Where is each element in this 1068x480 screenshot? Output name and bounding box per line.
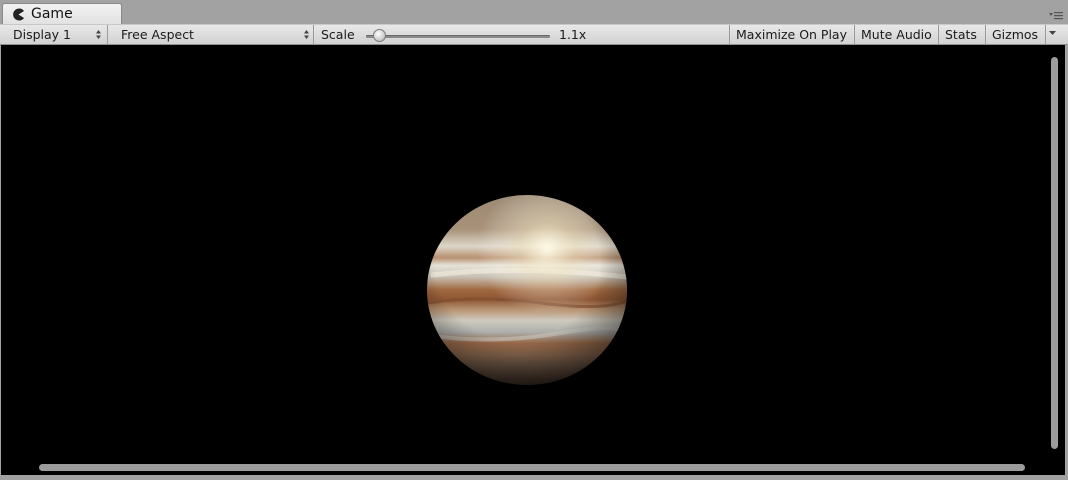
aspect-label: Free Aspect [121, 27, 194, 42]
aspect-dropdown[interactable]: Free Aspect [108, 25, 314, 45]
game-viewport[interactable] [1, 45, 1065, 475]
vertical-scrollbar[interactable] [1051, 57, 1058, 449]
scale-slider-track[interactable] [366, 35, 550, 38]
gizmos-dropdown[interactable] [1046, 25, 1060, 45]
horizontal-scrollbar[interactable] [39, 464, 1025, 471]
updown-arrows-icon [304, 30, 309, 39]
gizmos-button[interactable]: Gizmos [986, 25, 1046, 45]
game-toolbar: Display 1 Free Aspect Scale 1.1x Maximiz… [0, 24, 1068, 45]
tab-strip: Game [0, 0, 1068, 24]
gizmos-label: Gizmos [992, 27, 1039, 42]
tab-game[interactable]: Game [2, 3, 122, 24]
display-dropdown[interactable]: Display 1 [0, 25, 108, 45]
mute-audio-button[interactable]: Mute Audio [855, 25, 939, 45]
stats-button[interactable]: Stats [939, 25, 986, 45]
stats-label: Stats [945, 27, 977, 42]
scale-value: 1.1x [559, 27, 587, 42]
updown-arrows-icon [96, 30, 101, 39]
maximize-label: Maximize On Play [736, 27, 847, 42]
jupiter-planet [427, 195, 627, 385]
tab-title: Game [31, 6, 73, 22]
scale-slider-thumb[interactable] [372, 29, 386, 42]
scale-label: Scale [321, 27, 355, 42]
maximize-on-play-button[interactable]: Maximize On Play [730, 25, 855, 45]
pacman-icon [13, 8, 24, 21]
panel-menu-icon[interactable] [1048, 10, 1064, 22]
display-label: Display 1 [13, 27, 72, 42]
chevron-down-icon [1049, 31, 1056, 35]
mute-label: Mute Audio [861, 27, 932, 42]
